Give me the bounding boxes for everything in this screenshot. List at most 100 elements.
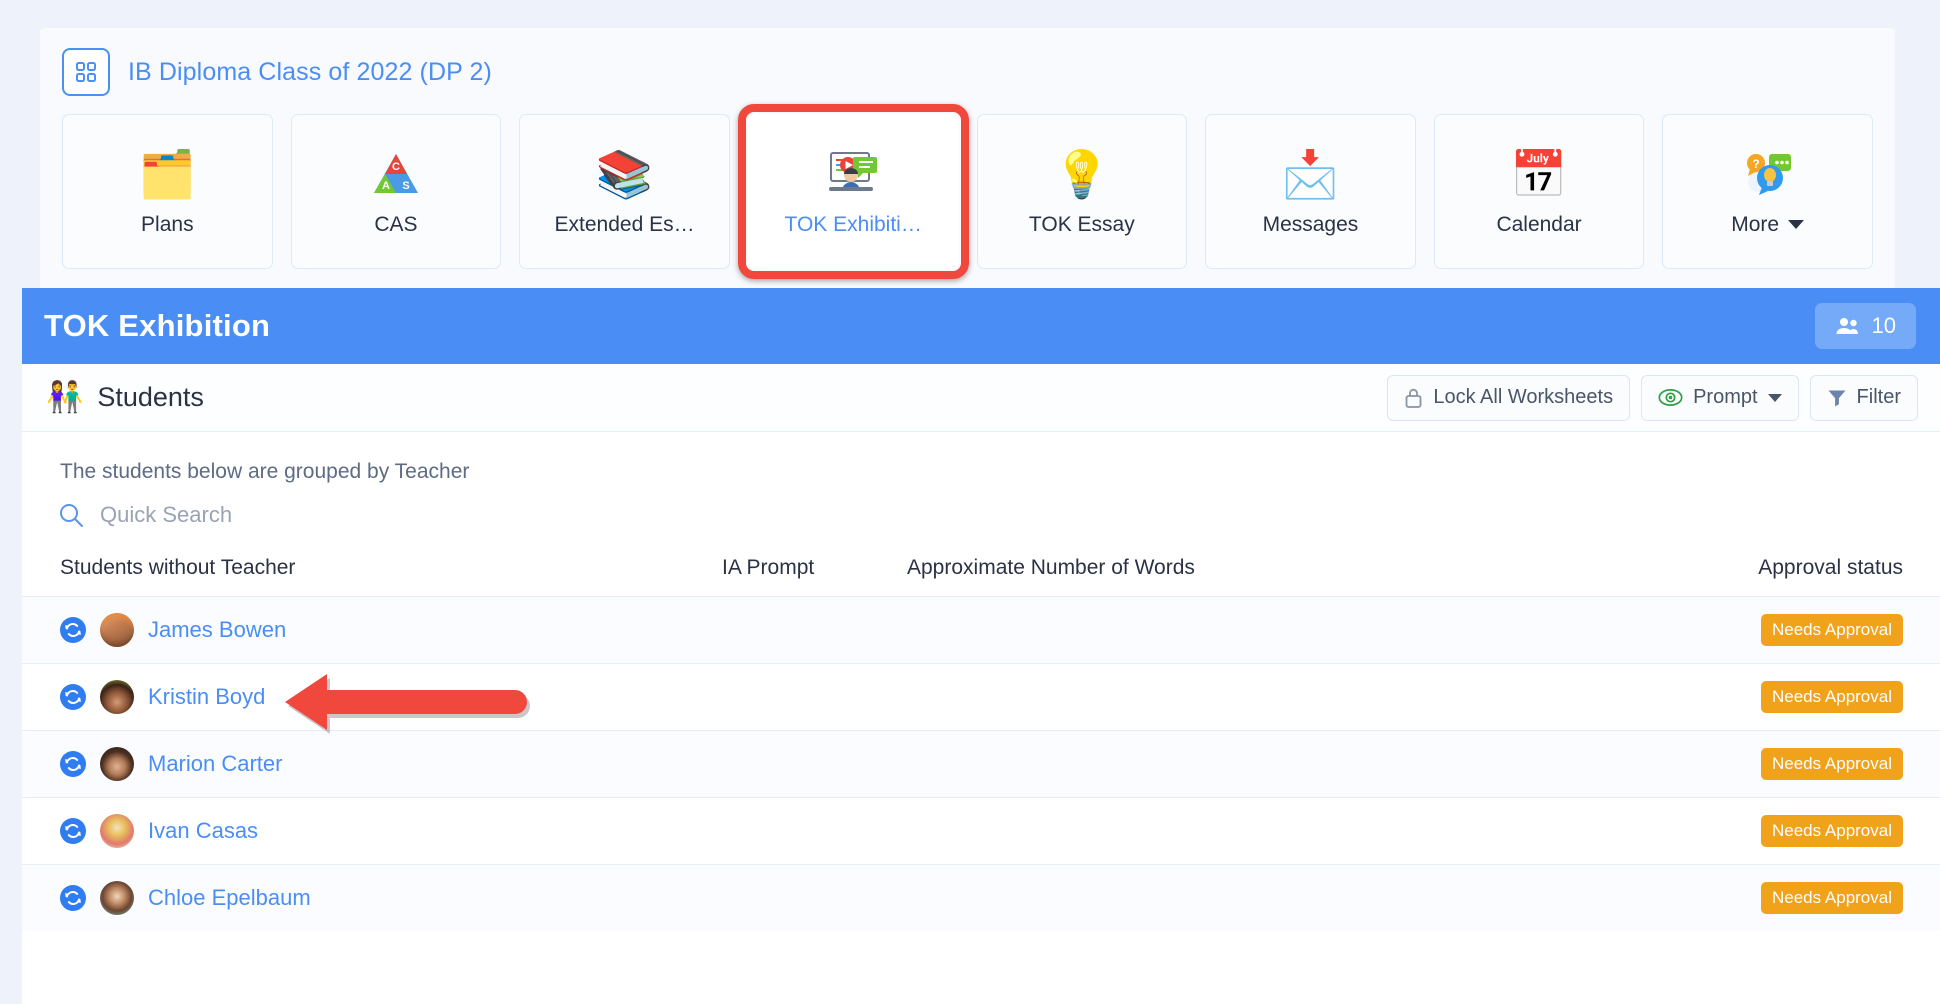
student-cell: Ivan Casas: [22, 814, 722, 848]
column-header-word-count: Approximate Number of Words: [907, 556, 1195, 579]
approval-status-cell: Needs Approval: [1387, 681, 1940, 713]
student-cell: Marion Carter: [22, 747, 722, 781]
lightbulb-icon: 💡: [1053, 147, 1111, 200]
presentation-icon: [825, 147, 881, 201]
page-root: IB Diploma Class of 2022 (DP 2) 🗂️ Plans…: [0, 0, 1940, 1004]
lock-icon: [1405, 388, 1422, 408]
grouping-note: The students below are grouped by Teache…: [60, 460, 470, 483]
status-badge[interactable]: Needs Approval: [1760, 882, 1903, 914]
svg-text:C: C: [392, 161, 400, 173]
sync-icon[interactable]: [60, 751, 86, 777]
avatar: [100, 814, 134, 848]
folder-portrait-icon: 🗂️: [138, 147, 196, 200]
tile-label: Calendar: [1496, 212, 1582, 236]
program-header: IB Diploma Class of 2022 (DP 2): [62, 48, 1873, 96]
prompt-button[interactable]: Prompt: [1641, 374, 1799, 421]
lock-all-worksheets-label: Lock All Worksheets: [1433, 386, 1614, 408]
tile-label: Plans: [141, 212, 194, 236]
tile-tok-essay[interactable]: 💡 TOK Essay: [976, 114, 1188, 269]
prompt-label: Prompt: [1693, 386, 1758, 408]
tile-label: CAS: [374, 212, 418, 236]
search-input[interactable]: [100, 502, 520, 528]
approval-status-cell: Needs Approval: [1387, 815, 1940, 847]
two-people-icon: 👫: [46, 381, 84, 414]
tile-cas[interactable]: C A S CAS: [290, 114, 502, 269]
approval-status-cell: Needs Approval: [1387, 614, 1940, 646]
avatar: [100, 747, 134, 781]
avatar: [100, 680, 134, 714]
student-name-link[interactable]: Marion Carter: [148, 751, 282, 777]
chevron-down-icon: [1788, 220, 1805, 229]
chevron-down-icon: [1767, 393, 1782, 402]
speech-bubbles-icon: ?: [1742, 147, 1794, 201]
eye-icon: [1658, 389, 1683, 406]
student-name-link[interactable]: Chloe Epelbaum: [148, 885, 311, 911]
search-icon[interactable]: [58, 502, 84, 528]
sync-icon[interactable]: [60, 885, 86, 911]
status-badge[interactable]: Needs Approval: [1760, 748, 1903, 780]
page-title[interactable]: IB Diploma Class of 2022 (DP 2): [128, 58, 492, 87]
tile-plans[interactable]: 🗂️ Plans: [62, 114, 273, 269]
student-cell: Chloe Epelbaum: [22, 881, 722, 915]
sync-icon[interactable]: [60, 617, 86, 643]
sync-icon[interactable]: [60, 684, 86, 710]
members-badge[interactable]: 10: [1814, 303, 1916, 349]
student-name-link[interactable]: Ivan Casas: [148, 818, 258, 844]
tile-label: Extended Es…: [554, 212, 695, 236]
cas-triangle-icon: C A S: [371, 147, 421, 201]
quick-search-row: [22, 484, 1940, 528]
people-icon: [1836, 318, 1858, 334]
section-banner: TOK Exhibition 10: [22, 288, 1940, 364]
members-count: 10: [1871, 313, 1896, 338]
tile-label: TOK Essay: [1028, 212, 1135, 236]
column-header-ia-prompt: IA Prompt: [722, 556, 815, 579]
approval-status-cell: Needs Approval: [1387, 882, 1940, 914]
students-panel: 👫 Students Lock All Worksheets Prompt Fi…: [22, 364, 1940, 1004]
tile-messages[interactable]: 📩 Messages: [1205, 114, 1416, 269]
filter-label: Filter: [1856, 386, 1901, 408]
grid-icon[interactable]: [62, 48, 110, 96]
banner-title: TOK Exhibition: [44, 308, 271, 343]
student-name-link[interactable]: James Bowen: [148, 617, 286, 643]
program-card: IB Diploma Class of 2022 (DP 2) 🗂️ Plans…: [40, 28, 1895, 293]
tile-label: More: [1731, 212, 1805, 237]
approval-status-cell: Needs Approval: [1387, 748, 1940, 780]
tile-calendar[interactable]: 📅 Calendar: [1433, 114, 1645, 269]
table-row[interactable]: Kristin Boyd Needs Approval: [22, 663, 1940, 730]
tile-label: Messages: [1262, 212, 1359, 236]
toolbar-buttons: Lock All Worksheets Prompt Filter: [1387, 374, 1918, 421]
status-badge[interactable]: Needs Approval: [1760, 614, 1903, 646]
funnel-icon: [1828, 390, 1846, 407]
sync-icon[interactable]: [60, 818, 86, 844]
students-heading: 👫 Students: [46, 380, 204, 415]
student-cell: Kristin Boyd: [22, 680, 722, 714]
table-row[interactable]: James Bowen Needs Approval: [22, 596, 1940, 663]
status-badge[interactable]: Needs Approval: [1760, 681, 1903, 713]
avatar: [100, 881, 134, 915]
lock-all-worksheets-button[interactable]: Lock All Worksheets: [1387, 374, 1631, 421]
avatar: [100, 613, 134, 647]
filter-button[interactable]: Filter: [1809, 374, 1918, 421]
column-header-approval-status: Approval status: [1758, 556, 1903, 579]
table-row[interactable]: Marion Carter Needs Approval: [22, 730, 1940, 797]
student-cell: James Bowen: [22, 613, 722, 647]
svg-text:?: ?: [1752, 157, 1759, 171]
students-heading-label: Students: [97, 382, 204, 412]
table-row[interactable]: Chloe Epelbaum Needs Approval: [22, 864, 1940, 931]
svg-text:S: S: [402, 180, 409, 192]
tile-more[interactable]: ? More: [1662, 114, 1873, 269]
books-icon: 📚: [595, 147, 654, 200]
tile-tok-exhibition[interactable]: TOK Exhibiti…: [737, 104, 969, 279]
students-toolbar: 👫 Students Lock All Worksheets Prompt Fi…: [22, 364, 1940, 432]
svg-text:A: A: [382, 180, 390, 192]
table-header-row: Students without Teacher IA Prompt Appro…: [22, 528, 1940, 596]
calendar-icon: 📅: [1510, 147, 1568, 200]
tile-label: TOK Exhibiti…: [784, 212, 922, 236]
tile-label-text: More: [1731, 212, 1780, 236]
student-name-link[interactable]: Kristin Boyd: [148, 684, 265, 710]
status-badge[interactable]: Needs Approval: [1760, 815, 1903, 847]
module-tiles: 🗂️ Plans C A S CAS 📚 Extended Es… TOK Ex…: [62, 104, 1873, 279]
envelope-icon: 📩: [1281, 147, 1340, 200]
tile-extended-essay[interactable]: 📚 Extended Es…: [519, 114, 730, 269]
table-row[interactable]: Ivan Casas Needs Approval: [22, 797, 1940, 864]
